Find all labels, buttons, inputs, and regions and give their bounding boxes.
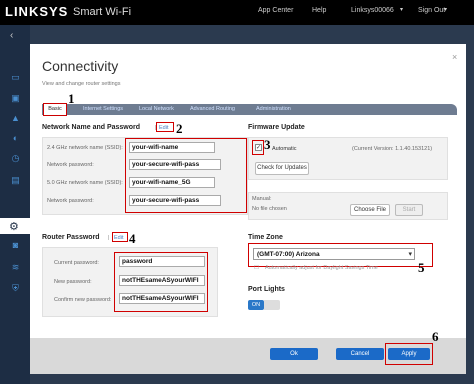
speed-icon[interactable]: ◐ (10, 133, 21, 143)
router-password-edit-link[interactable]: Edit (114, 235, 123, 241)
apply-button[interactable]: Apply (388, 348, 430, 360)
port-lights-toggle-off[interactable] (264, 300, 280, 310)
tab-internet-settings[interactable]: Internet Settings (83, 106, 123, 112)
time-zone-value: (GMT-07:00) Arizona (257, 251, 320, 258)
new-password-input[interactable] (119, 275, 205, 286)
clock-icon[interactable]: ◷ (10, 153, 21, 163)
ssid-5-label: 5.0 GHz network name (SSID): (47, 180, 123, 186)
current-password-label: Current password: (54, 260, 99, 266)
password-24-input[interactable] (129, 159, 221, 170)
alert-icon[interactable]: ▲ (10, 113, 21, 123)
network-section-heading: Network Name and Password (42, 124, 141, 131)
ok-button[interactable]: Ok (270, 348, 318, 360)
connectivity-panel: Connectivity View and change router sett… (30, 44, 466, 374)
tab-basic[interactable]: Basic (43, 103, 67, 116)
current-password-input[interactable] (119, 256, 205, 267)
app-center-link[interactable]: App Center (258, 7, 293, 14)
camera-icon[interactable]: ◙ (10, 240, 21, 250)
password-5-label: Network password: (47, 198, 94, 204)
media-prioritization-icon[interactable]: ▤ (10, 175, 21, 185)
callout-6: 6 (432, 329, 439, 344)
page-subtitle: View and change router settings (42, 81, 121, 87)
product-name: Smart Wi-Fi (73, 6, 132, 18)
new-password-label: New password: (54, 279, 92, 285)
automatic-checkbox[interactable]: ✓ (255, 144, 262, 151)
wifi-icon[interactable]: ≋ (10, 262, 21, 272)
page-title: Connectivity (42, 58, 119, 74)
dst-checkbox[interactable]: ☐ (254, 265, 259, 271)
confirm-password-label: Confirm new password: (54, 297, 112, 303)
start-button[interactable]: Start (395, 204, 423, 216)
account-chevron-icon[interactable]: ▾ (400, 6, 403, 13)
top-bar: LINKSYS Smart Wi-Fi App Center Help Link… (0, 0, 474, 25)
ssid-5-input[interactable] (129, 177, 215, 188)
check-updates-button[interactable]: Check for Updates (255, 162, 309, 175)
sidebar: ‹ ▭ ▣ ▲ ◐ ◷ ▤ ⚙ ◙ ≋ ⛨ (0, 25, 30, 384)
password-24-label: Network password: (47, 162, 94, 168)
account-menu[interactable]: Linksys00066 (351, 7, 394, 14)
firmware-heading: Firmware Update (248, 124, 305, 131)
tab-local-network[interactable]: Local Network (139, 106, 174, 112)
firmware-version: (Current Version: 1.1.40.153121) (352, 146, 433, 152)
callout-3: 3 (264, 137, 271, 152)
close-icon[interactable]: × (452, 52, 457, 62)
no-file-label: No file chosen (252, 206, 287, 212)
choose-file-button[interactable]: Choose File (350, 204, 390, 216)
ssid-24-input[interactable] (129, 142, 215, 153)
sign-out-link[interactable]: Sign Out (418, 7, 445, 14)
router-password-heading: Router Password (42, 234, 100, 241)
callout-2: 2 (176, 121, 183, 136)
callout-4: 4 (129, 231, 136, 246)
settings-icon: ⚙ (9, 221, 19, 233)
device-list-icon[interactable]: ▭ (10, 72, 21, 82)
network-edit-link[interactable]: Edit (159, 125, 168, 131)
parental-controls-icon[interactable]: ▣ (10, 93, 21, 103)
tab-advanced-routing[interactable]: Advanced Routing (190, 106, 235, 112)
dst-label: Automatically adjust for Daylight Saving… (265, 265, 378, 271)
time-zone-heading: Time Zone (248, 234, 283, 241)
chevron-left-icon[interactable]: ‹ (10, 30, 13, 41)
security-shield-icon[interactable]: ⛨ (10, 283, 21, 293)
automatic-label: Automatic (272, 146, 297, 152)
ssid-24-label: 2.4 GHz network name (SSID): (47, 145, 123, 151)
cancel-button[interactable]: Cancel (336, 348, 384, 360)
port-lights-toggle[interactable]: ON (248, 300, 264, 310)
chevron-down-icon: ▾ (408, 251, 412, 258)
linksys-logo: LINKSYS (5, 4, 69, 19)
manual-label: Manual: (252, 196, 272, 202)
port-lights-heading: Port Lights (248, 286, 285, 293)
confirm-password-input[interactable] (119, 293, 205, 304)
footer-bar: Ok Cancel Apply (30, 338, 466, 374)
sign-out-chevron-icon[interactable]: ▾ (444, 6, 447, 13)
sidebar-active-item[interactable]: ⚙ (0, 218, 30, 234)
callout-5: 5 (418, 260, 425, 275)
tab-administration[interactable]: Administration (256, 106, 291, 112)
time-zone-select[interactable]: (GMT-07:00) Arizona ▾ (253, 248, 415, 260)
password-5-input[interactable] (129, 195, 221, 206)
help-link[interactable]: Help (312, 7, 326, 14)
